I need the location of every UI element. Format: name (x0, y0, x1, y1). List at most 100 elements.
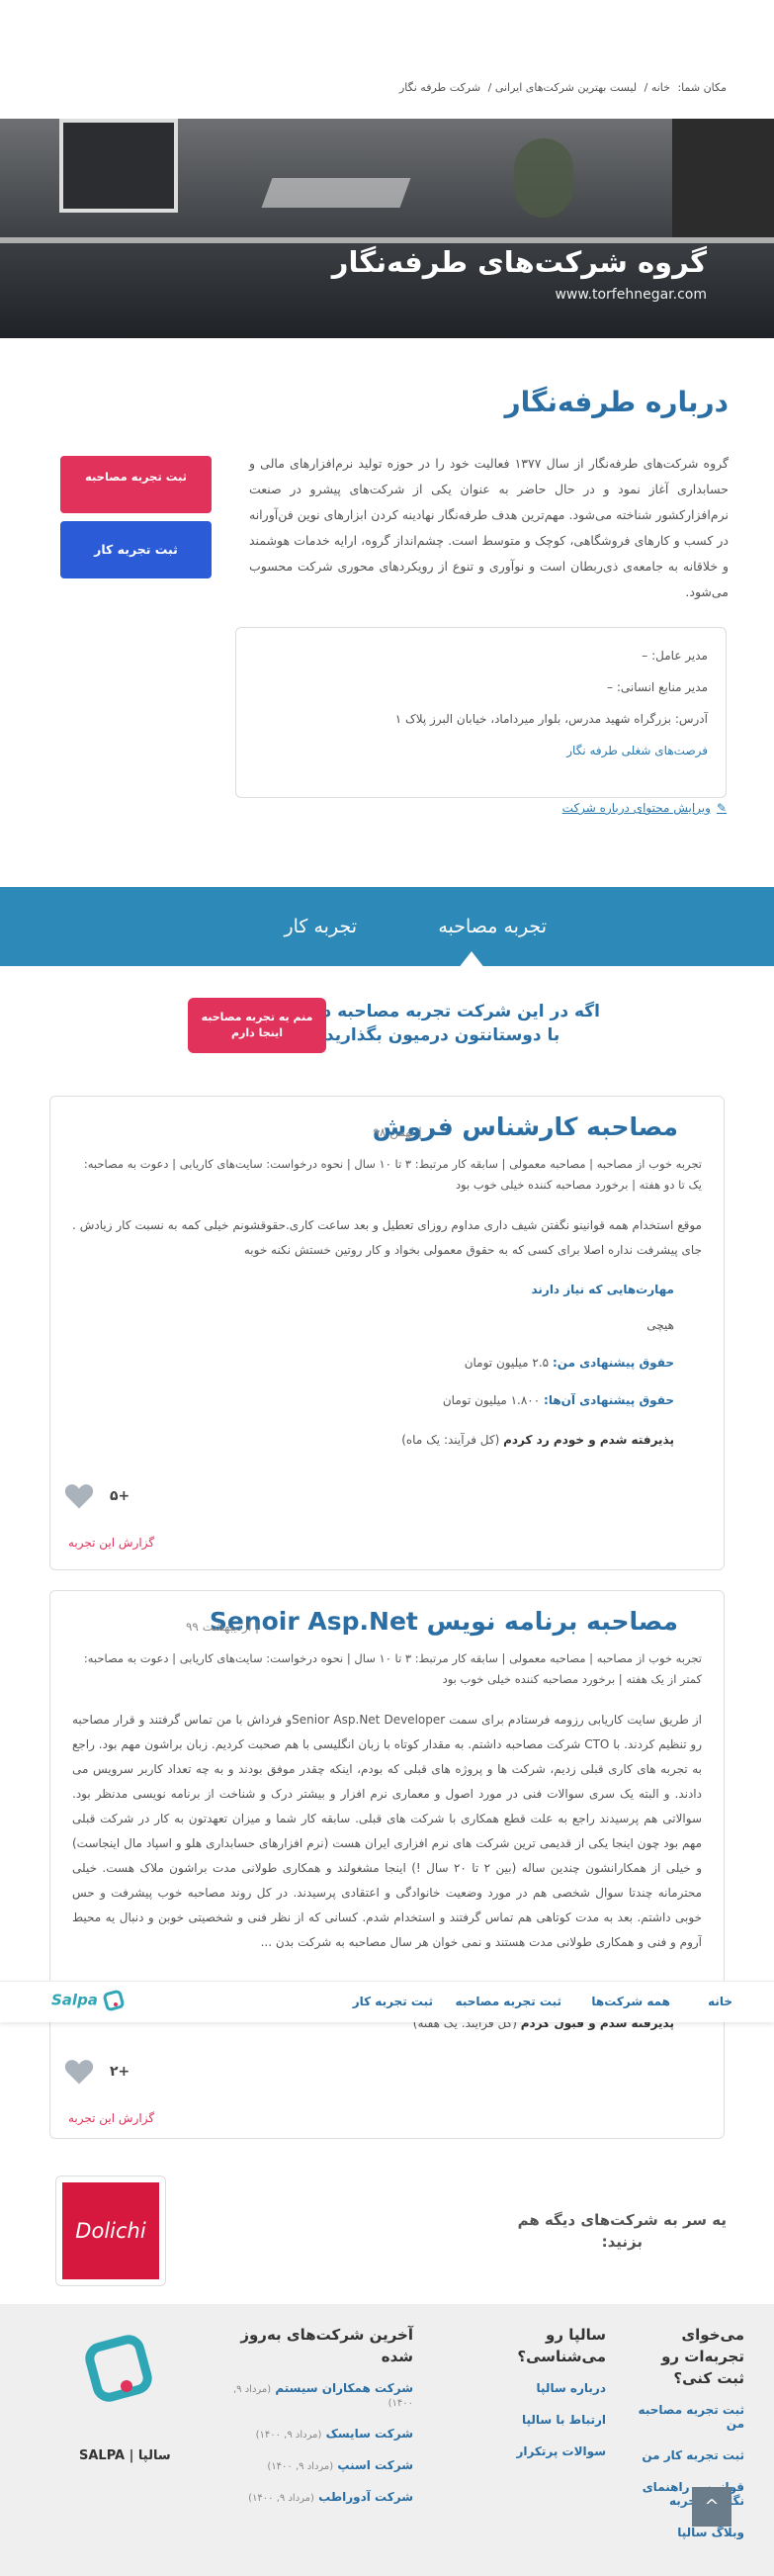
page: { "breadcrumb": { "prefix": "مکان شما:",… (0, 0, 774, 2576)
report-link[interactable]: گزارش این تجربه (68, 1536, 154, 1550)
footer-link[interactable]: وبلاگ سالپا (636, 2526, 744, 2539)
report-link[interactable]: گزارش این تجربه (68, 2111, 154, 2125)
their-offer-value: ۱.۸۰۰ میلیون تومان (442, 1393, 541, 1407)
nav-add-interview[interactable]: ثبت تجربه مصاحبه (456, 1995, 561, 2008)
updated-company[interactable]: شرکت اسنپ (مرداد ۹, ۱۴۰۰) (206, 2458, 413, 2472)
review-meta: تجربه خوب از مصاحبه | مصاحبه معمولی | سا… (83, 1157, 702, 1192)
breadcrumb-list[interactable]: لیست بهترین شرکت‌های ایرانی (495, 81, 637, 94)
salpa-logo-text: Salpa (51, 1991, 98, 2009)
tab-interview[interactable]: تجربه مصاحبه (438, 887, 547, 966)
add-interview-button[interactable]: ثبت تجربه مصاحبه (60, 456, 212, 513)
updated-company-name: شرکت همکاران سیستم (275, 2381, 413, 2395)
nav-add-work[interactable]: ثبت تجربه کار (353, 1995, 433, 2008)
review-card: مصاحبه برنامه نویس Senoir Asp.Net | اردی… (49, 1590, 725, 2139)
footer-link[interactable]: درباره سالپا (507, 2381, 606, 2395)
updated-company[interactable]: شرکت آدوراطب (مرداد ۹, ۱۴۰۰) (206, 2490, 413, 2504)
footer-col-about-title: سالپا رو می‌شناسی؟ (517, 2326, 606, 2365)
salpa-logo[interactable]: Salpa (51, 1990, 125, 2011)
other-companies-line2: بزنید: (601, 2233, 643, 2251)
breadcrumb: مکان شما: خانه / لیست بهترین شرکت‌های ای… (47, 81, 727, 94)
their-salary-offer: حقوق پیشنهادی آن‌ها: ۱.۸۰۰ میلیون تومان (443, 1393, 674, 1407)
hero-paper-image (261, 178, 411, 208)
updated-company-name: شرکت اسنپ (337, 2458, 413, 2472)
chevron-up-icon: ^ (704, 2496, 720, 2517)
footer-col-about: سالپا رو می‌شناسی؟ درباره سالپا ارتباط ب… (507, 2324, 606, 2476)
breadcrumb-home[interactable]: خانه (651, 81, 670, 94)
breadcrumb-prefix: مکان شما: (677, 81, 727, 94)
my-offer-label: حقوق پیشنهادی من: (552, 1356, 674, 1370)
about-text: گروه شرکت‌های طرفه‌نگار از سال ۱۳۷۷ فعال… (249, 456, 729, 599)
nav-home[interactable]: خانه (708, 1995, 732, 2008)
review-date: | بهمن ۹۸ (373, 1125, 422, 1139)
review-description: از طریق سایت کاریابی رزومه فرستادم برای … (72, 1713, 702, 1949)
hero-monitor-image (59, 119, 178, 213)
updated-company[interactable]: شرکت سایسک (مرداد ۹, ۱۴۰۰) (206, 2427, 413, 2441)
result-note: (کل فرآیند: یک ماه) (401, 1433, 500, 1447)
review-card: مصاحبه کارشناس فروش | بهمن ۹۸ تجربه خوب … (49, 1096, 725, 1570)
dolichi-logo: Dolichi (62, 2182, 159, 2279)
ceo-info: مدیر عامل: – (642, 649, 708, 663)
footer-link[interactable]: ثبت تجربه مصاحبه من (636, 2403, 744, 2431)
other-companies-text: یه سر به شرکت‌های دیگه هم بزنید: (518, 2209, 727, 2253)
heart-icon[interactable] (64, 1482, 94, 1510)
company-info-box: مدیر عامل: – مدیر منابع انسانی: – آدرس: … (235, 627, 727, 798)
share-interview-button[interactable]: منم یه تجربه مصاحبه اینجا دارم (188, 998, 326, 1053)
hero-poster-image (672, 119, 774, 237)
review-title: مصاحبه برنامه نویس Senoir Asp.Net (209, 1607, 678, 1636)
my-offer-value: ۲.۵ میلیون تومان (464, 1356, 550, 1370)
updated-company-date: (مرداد ۹, ۱۴۰۰) (248, 2493, 314, 2504)
hr-info: مدیر منابع انسانی: – (607, 680, 708, 694)
review-meta: تجربه خوب از مصاحبه | مصاحبه معمولی | سا… (83, 1651, 702, 1686)
footer-col-updated: آخرین شرکت‌های به‌روز شده شرکت همکاران س… (206, 2324, 413, 2522)
their-offer-label: حقوق پیشنهادی آن‌ها: (544, 1393, 674, 1407)
footer-col-updated-title: آخرین شرکت‌های به‌روز شده (240, 2326, 413, 2365)
edit-about-link[interactable]: ✎ ویرایش محتوای درباره شرکت (562, 801, 727, 815)
footer-link[interactable]: سوالات پرتکرار (507, 2444, 606, 2458)
hero-plant-image (514, 138, 573, 218)
heart-icon[interactable] (64, 2058, 94, 2086)
company-title: گروه شرکت‌های طرفه‌نگار (331, 245, 707, 279)
updated-company-date: (مرداد ۹, ۱۴۰۰) (267, 2461, 334, 2472)
my-salary-offer: حقوق پیشنهادی من: ۲.۵ میلیون تومان (465, 1356, 674, 1370)
footer-link[interactable]: ثبت تجربه کار من (636, 2448, 744, 2462)
review-date: | اردیبهشت ۹۹ (185, 1620, 259, 1634)
scroll-to-top-button[interactable]: ^ (692, 2487, 731, 2527)
updated-company-name: شرکت آدوراطب (318, 2490, 413, 2504)
other-companies-line1: یه سر به شرکت‌های دیگه هم (517, 2211, 727, 2229)
cta-line1: اگه در این شرکت تجربه مصاحبه دارید، (285, 1002, 600, 1022)
breadcrumb-current: شرکت طرفه نگار (399, 81, 481, 94)
hero-banner: گروه شرکت‌های طرفه‌نگار www.torfehnegar.… (0, 119, 774, 338)
result-label: پذیرفته شدم و خودم رد کردم (503, 1433, 674, 1447)
add-work-button[interactable]: ثبت تجربه کار (60, 521, 212, 578)
salpa-footer-logo-icon (85, 2335, 152, 2402)
pencil-icon: ✎ (716, 801, 727, 815)
cta-line2: با دوستانتون درمیون بگذارید (324, 1025, 560, 1045)
breadcrumb-separator: / (487, 81, 492, 94)
updated-company-date: (مرداد ۹, ۱۴۰۰) (255, 2430, 322, 2441)
review-result: پذیرفته شدم و خودم رد کردم (کل فرآیند: ی… (401, 1433, 674, 1447)
company-website[interactable]: www.torfehnegar.com (555, 287, 707, 303)
review-description: موقع استخدام همه قوانینو نگفتن شیف داری … (72, 1218, 702, 1257)
footer-link[interactable]: ارتباط با سالپا (507, 2413, 606, 2427)
sticky-navbar: خانه همه شرکت‌ها ثبت تجربه مصاحبه ثبت تج… (0, 1981, 774, 2022)
skills-label: مهارت‌هایی که نیاز دارند (531, 1283, 674, 1296)
active-tab-indicator (458, 951, 485, 969)
edit-about-label: ویرایش محتوای درباره شرکت (561, 801, 711, 815)
footer-col-share-title: می‌خوای تجربه‌ات رو ثبت کنی؟ (661, 2326, 744, 2387)
skills-value: هیچی (646, 1318, 674, 1332)
like-count: +۵ (110, 1488, 130, 1504)
cta-text: اگه در این شرکت تجربه مصاحبه دارید، با د… (285, 1000, 600, 1047)
tab-work[interactable]: تجربه کار (284, 887, 357, 966)
updated-company-name: شرکت سایسک (325, 2427, 413, 2441)
about-title: درباره طرفه‌نگار (504, 386, 729, 418)
breadcrumb-separator: / (644, 81, 648, 94)
nav-companies[interactable]: همه شرکت‌ها (591, 1995, 670, 2008)
jobs-link[interactable]: فرصت‌های شغلی طرفه نگار (566, 744, 708, 757)
hero-desk-image (0, 237, 774, 243)
salpa-logo-icon (103, 1990, 125, 2011)
company-logo-dolichi[interactable]: Dolichi (55, 2176, 166, 2286)
address-info: آدرس: بزرگراه شهید مدرس، بلوار میرداماد،… (394, 712, 708, 726)
experience-tabs: تجربه مصاحبه تجربه کار (0, 887, 774, 966)
salpa-brand-name: سالپا | SALPA (79, 2448, 171, 2463)
updated-company[interactable]: شرکت همکاران سیستم (مرداد ۹, ۱۴۰۰) (206, 2381, 413, 2409)
